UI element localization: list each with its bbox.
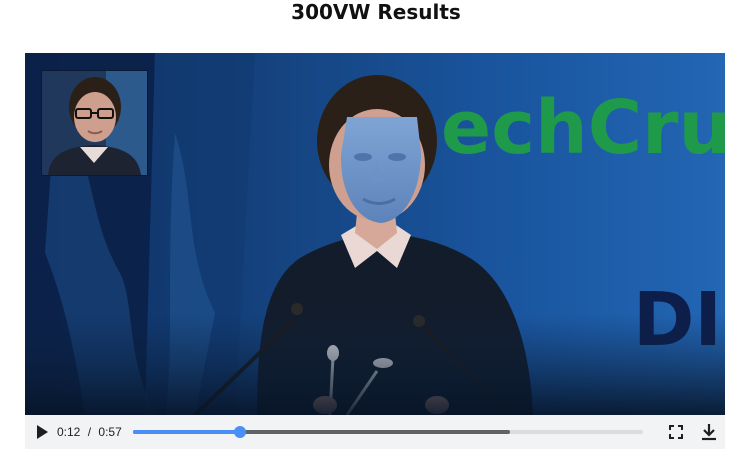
- fullscreen-button[interactable]: [669, 425, 683, 439]
- play-icon: [37, 425, 48, 439]
- play-button[interactable]: [35, 424, 49, 440]
- seek-handle[interactable]: [234, 426, 246, 438]
- time-separator: /: [87, 425, 92, 439]
- download-icon: [702, 424, 716, 441]
- played-progress: [133, 430, 240, 434]
- current-time: 0:12: [57, 425, 81, 439]
- player-controls: 0:12 / 0:57: [25, 415, 725, 449]
- face-thumbnail: [41, 70, 148, 176]
- seek-bar[interactable]: [133, 426, 643, 438]
- time-display: 0:12 / 0:57: [57, 415, 122, 449]
- page-title: 300VW Results: [291, 0, 461, 24]
- duration: 0:57: [98, 425, 122, 439]
- video-player[interactable]: echCru DIS: [25, 53, 725, 449]
- video-frame[interactable]: echCru DIS: [25, 53, 725, 415]
- backdrop-text-top: echCru: [441, 85, 725, 171]
- thumbnail-image: [42, 71, 147, 175]
- fullscreen-icon: [669, 425, 683, 439]
- download-button[interactable]: [701, 423, 717, 441]
